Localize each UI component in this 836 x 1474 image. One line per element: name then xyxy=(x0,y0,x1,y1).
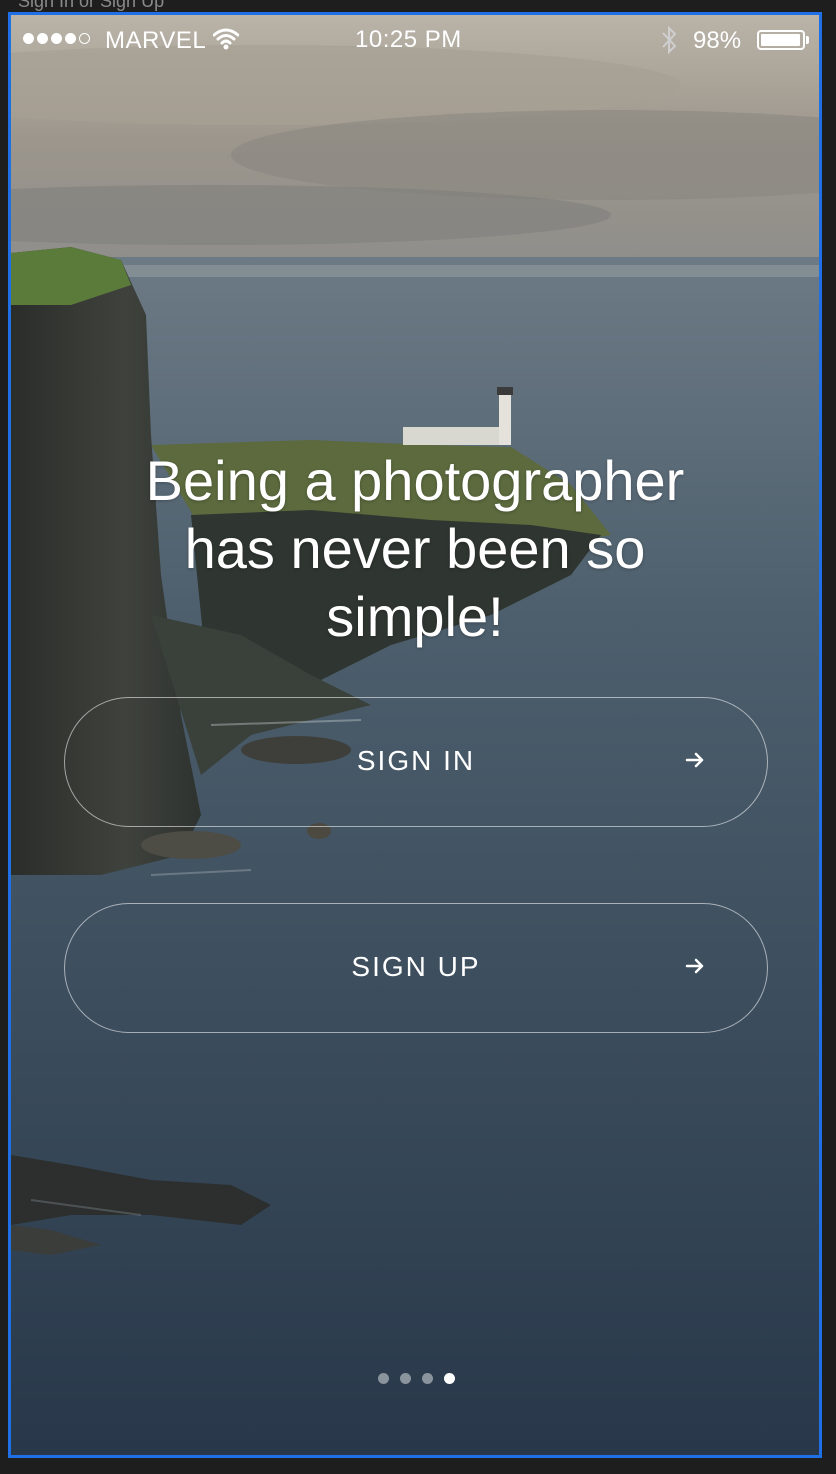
battery-tip xyxy=(806,36,809,44)
arrow-right-icon xyxy=(685,752,704,768)
headline-line: has never been so xyxy=(184,517,646,580)
signal-dot xyxy=(51,33,62,44)
sign-up-label: SIGN UP xyxy=(351,951,481,982)
page-dot[interactable] xyxy=(422,1373,433,1384)
signal-dot xyxy=(65,33,76,44)
headline-line: Being a photographer xyxy=(145,449,685,512)
page-dot-active[interactable] xyxy=(444,1373,455,1384)
signal-dot xyxy=(79,33,90,44)
status-time: 10:25 PM xyxy=(355,26,462,53)
phone-screen: MARVEL 10:25 PM 98% Being a photographer… xyxy=(8,12,822,1458)
status-bar: MARVEL 10:25 PM 98% xyxy=(11,15,819,63)
hero-headline: Being a photographer has never been so s… xyxy=(111,447,719,651)
signal-dot xyxy=(37,33,48,44)
signal-strength-icon xyxy=(23,33,90,44)
signal-dot xyxy=(23,33,34,44)
window-title: Sign In or Sign Up xyxy=(18,0,165,11)
page-dot[interactable] xyxy=(400,1373,411,1384)
battery-icon xyxy=(757,30,805,50)
page-dot[interactable] xyxy=(378,1373,389,1384)
sign-in-label: SIGN IN xyxy=(356,745,476,776)
battery-level xyxy=(761,34,801,46)
carrier-name: MARVEL xyxy=(105,27,207,54)
bluetooth-icon xyxy=(662,26,677,54)
wifi-icon xyxy=(213,28,239,50)
page-indicator[interactable] xyxy=(378,1373,455,1384)
battery-percentage: 98% xyxy=(693,27,742,54)
sign-in-button[interactable]: SIGN IN xyxy=(64,697,768,827)
sign-up-button[interactable]: SIGN UP xyxy=(64,903,768,1033)
arrow-right-icon xyxy=(685,958,704,974)
headline-line: simple! xyxy=(326,585,504,648)
